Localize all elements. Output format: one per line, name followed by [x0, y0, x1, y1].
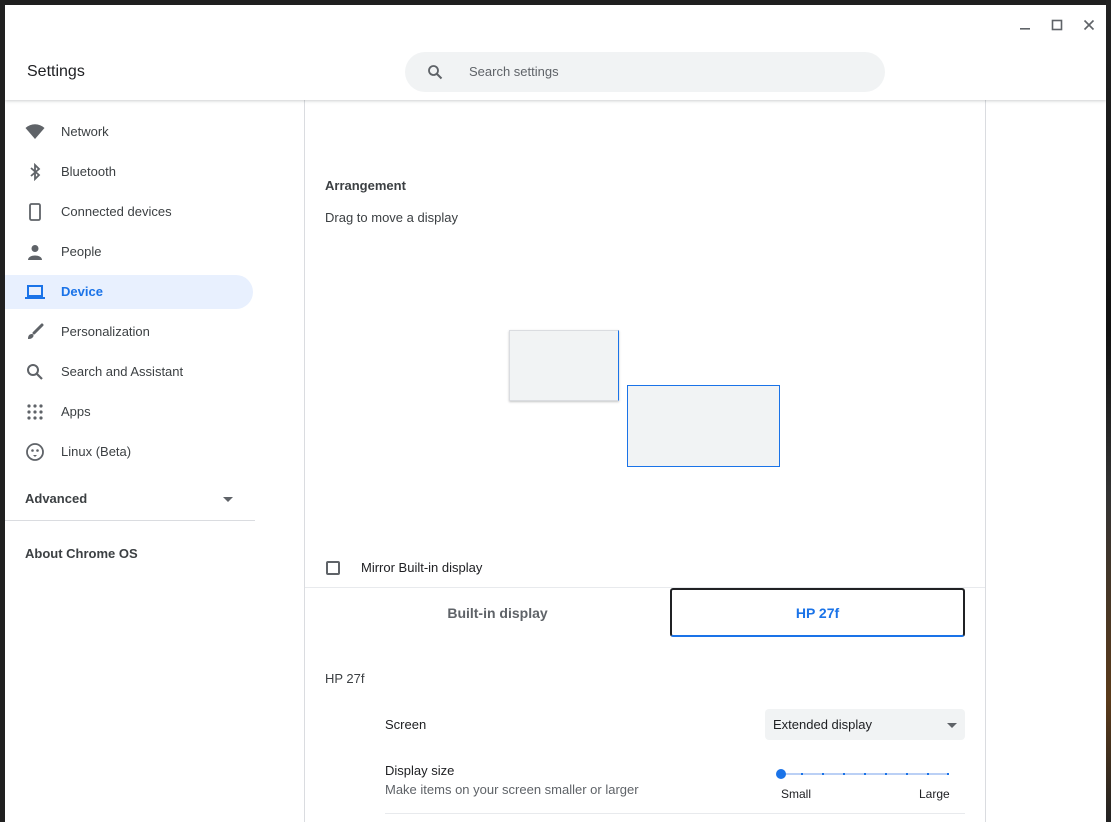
- phone-icon: [25, 202, 45, 222]
- sidebar-divider: [5, 520, 255, 521]
- checkbox-icon: [326, 561, 340, 575]
- title-bar: Settings Search settings: [5, 5, 1106, 100]
- close-icon: [1083, 19, 1095, 31]
- slider-tick: [822, 773, 824, 775]
- sidebar-item-label: Connected devices: [61, 204, 172, 219]
- search-input[interactable]: Search settings: [405, 52, 885, 92]
- slider-min-label: Small: [781, 787, 812, 801]
- slider-tick: [885, 773, 887, 775]
- display-size-label: Display size: [385, 763, 455, 778]
- tab-hp27f[interactable]: HP 27f: [670, 588, 965, 637]
- search-icon: [427, 64, 443, 80]
- sidebar-item-label: Linux (Beta): [61, 444, 132, 459]
- sidebar-item-device[interactable]: Device: [5, 275, 253, 309]
- slider-tick: [864, 773, 866, 775]
- advanced-toggle[interactable]: Advanced: [5, 482, 255, 516]
- screen-mode-select[interactable]: Extended display: [765, 709, 965, 740]
- search-placeholder: Search settings: [469, 64, 559, 79]
- slider-knob[interactable]: [776, 769, 786, 779]
- display-section-title: HP 27f: [325, 671, 365, 686]
- sidebar-item-connected-devices[interactable]: Connected devices: [5, 195, 253, 229]
- slider-tick: [927, 773, 929, 775]
- close-button[interactable]: [1077, 13, 1101, 37]
- chevron-down-icon: [223, 497, 233, 502]
- maximize-icon: [1051, 19, 1063, 31]
- sidebar-item-linux[interactable]: Linux (Beta): [5, 435, 253, 469]
- sidebar-item-label: Device: [61, 284, 103, 299]
- app-title: Settings: [27, 63, 85, 80]
- slider-tick: [843, 773, 845, 775]
- sidebar-item-label: Search and Assistant: [61, 364, 184, 379]
- dropdown-arrow-icon: [947, 723, 957, 728]
- maximize-button[interactable]: [1045, 13, 1069, 37]
- brush-icon: [25, 322, 45, 342]
- tab-builtin-display[interactable]: Built-in display: [305, 588, 690, 637]
- hp27f-display-thumbnail[interactable]: [627, 385, 780, 467]
- slider-tick: [906, 773, 908, 775]
- slider-tick: [947, 773, 949, 775]
- sidebar-item-apps[interactable]: Apps: [5, 395, 253, 429]
- sidebar-item-label: People: [61, 244, 102, 259]
- settings-window: Arrangement Drag to move a display Mirro…: [5, 5, 1106, 822]
- laptop-icon: [25, 282, 45, 302]
- wifi-icon: [25, 122, 45, 142]
- person-icon: [25, 242, 45, 262]
- sidebar-item-label: Personalization: [61, 324, 150, 339]
- minimize-icon: [1020, 28, 1030, 30]
- mirror-display-label: Mirror Built-in display: [361, 560, 483, 575]
- minimize-button[interactable]: [1013, 13, 1037, 37]
- slider-tick: [801, 773, 803, 775]
- desktop-backdrop-right: [1106, 0, 1111, 822]
- bluetooth-icon: [25, 162, 45, 182]
- linux-penguin-icon: [25, 442, 45, 462]
- sidebar-item-personalization[interactable]: Personalization: [5, 315, 253, 349]
- row-divider: [385, 813, 965, 814]
- arrangement-title: Arrangement: [325, 178, 406, 193]
- sidebar-item-bluetooth[interactable]: Bluetooth: [5, 155, 253, 189]
- display-size-description: Make items on your screen smaller or lar…: [385, 782, 639, 797]
- sidebar-item-label: Network: [61, 124, 109, 139]
- slider-max-label: Large: [919, 787, 950, 801]
- advanced-label: Advanced: [25, 491, 88, 506]
- screen-mode-value: Extended display: [773, 717, 873, 732]
- search-icon: [25, 362, 45, 382]
- sidebar-item-search-assistant[interactable]: Search and Assistant: [5, 355, 253, 389]
- about-chrome-os-link[interactable]: About Chrome OS: [25, 546, 138, 562]
- sidebar-item-people[interactable]: People: [5, 235, 253, 269]
- apps-grid-icon: [25, 402, 45, 422]
- sidebar-item-network[interactable]: Network: [5, 115, 253, 149]
- sidebar-item-label: Bluetooth: [61, 164, 116, 179]
- builtin-display-thumbnail[interactable]: [509, 330, 619, 401]
- sidebar: Network Bluetooth Connected devices Peop…: [5, 100, 255, 822]
- display-size-slider[interactable]: [776, 766, 949, 782]
- display-settings-card: Arrangement Drag to move a display Mirro…: [304, 100, 986, 822]
- screen-label: Screen: [385, 717, 427, 732]
- sidebar-item-label: Apps: [61, 404, 91, 419]
- arrangement-subtitle: Drag to move a display: [325, 210, 458, 225]
